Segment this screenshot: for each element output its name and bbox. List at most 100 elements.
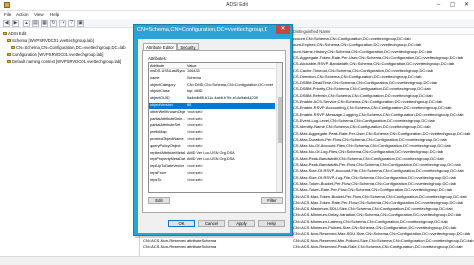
filter-button[interactable]: Filter bbox=[261, 197, 283, 204]
attribute-name: objectGUID bbox=[150, 96, 170, 101]
attribute-row[interactable]: prefixMap <not set> bbox=[149, 130, 275, 136]
maximize-icon[interactable]: ▢ bbox=[446, 0, 459, 10]
attribute-row[interactable]: queryPolicyObject <not set> bbox=[149, 144, 275, 150]
attribute-row[interactable]: msDS-USNLastSync... 106433 bbox=[149, 69, 275, 75]
distinguished-name-cell: CN=ACS-Minimum-Policed-Size,CN=Schema,CN… bbox=[293, 225, 457, 230]
attribute-value: <not set> bbox=[187, 171, 203, 175]
distinguished-name-cell: CS-Max-Size-Of-RSVP-Log-File,CN=Schema,C… bbox=[293, 174, 456, 180]
attribute-value: AttID Ver Loc.USN Org.DSA bbox=[187, 157, 235, 162]
distinguished-name-cell: CS-Direction,CN=Schema,CN=Configuration,… bbox=[293, 73, 422, 79]
properties-icon[interactable]: ▦ bbox=[41, 20, 48, 27]
attribute-value: 5a4edb85-b11c-4ab6-b7fe-e14c9ab44239 bbox=[187, 96, 258, 101]
close-icon[interactable]: ✕ bbox=[460, 0, 473, 10]
distinguished-name-cell: CS-Max-No-Of-Account-Files,CN=Schema,CN=… bbox=[293, 143, 451, 149]
menu-view[interactable]: View bbox=[34, 12, 44, 17]
help-button[interactable]: Help bbox=[258, 220, 285, 227]
attribute-row[interactable]: repliedAttributeMetaDataAttID Ver Loc.US… bbox=[149, 151, 275, 157]
tree-item-configuration[interactable]: Configuration [WVPSRVDC01.vvettechgroup.… bbox=[7, 52, 103, 57]
ok-button[interactable]: OK bbox=[168, 220, 195, 227]
attribute-value: AttID Ver Loc.USN Org.DSA bbox=[187, 150, 235, 155]
attribute-value: Schema bbox=[187, 75, 201, 80]
attribute-name: queryPolicyObject bbox=[150, 143, 181, 148]
tree-item-adsi-edit[interactable]: ADSI Edit bbox=[3, 31, 26, 36]
tree-item-schema-cn[interactable]: CN=Schema,CN=Configuration,DC=vvettechgr… bbox=[11, 45, 126, 50]
distinguished-name-cell: CS-Cache-Timeout,CN=Schema,CN=Configurat… bbox=[293, 67, 433, 73]
apply-button[interactable]: Apply bbox=[228, 220, 255, 227]
window-title: ADSI Edit bbox=[226, 2, 248, 8]
view-icon[interactable]: ▣ bbox=[77, 20, 84, 27]
list-row[interactable]: CN=ACS-Non-Reserved-Min-Policed-Sizeattr… bbox=[141, 238, 474, 244]
attribute-row[interactable]: partialAttributeDele... <not set> bbox=[149, 117, 275, 123]
folder-icon bbox=[11, 46, 15, 50]
tree-item-schema[interactable]: Schema [WVPSRVDC01.vvettechgroup.lab] bbox=[7, 38, 94, 43]
attribute-value: <not set> bbox=[187, 143, 203, 148]
attribute-name: proxiedObjectName bbox=[150, 137, 184, 141]
name-cell: CN=ACS-Non-Reserved-Peak-Rate bbox=[143, 243, 186, 249]
class-cell: attributeSchema bbox=[187, 243, 217, 249]
edit-button[interactable]: Edit bbox=[148, 197, 170, 204]
tab-attribute-editor[interactable]: Attribute Editor bbox=[143, 43, 177, 50]
attributes-scrollbar[interactable] bbox=[276, 63, 282, 192]
attribute-row[interactable]: objectCategory CN=DMD,CN=Schema,CN=Config… bbox=[149, 83, 275, 89]
scrollbar-thumb[interactable] bbox=[278, 97, 282, 143]
dialog-close-button[interactable]: ✕ bbox=[276, 25, 290, 34]
distinguished-name-cell: ccount,CN=Schema,CN=Configuration,DC=vve… bbox=[293, 36, 411, 41]
export-list-icon[interactable]: ⇢ bbox=[59, 20, 66, 27]
attribute-name: prefixMap bbox=[150, 130, 167, 135]
attribute-name: objectCategory bbox=[150, 82, 176, 87]
attribute-row[interactable]: repsTo <not set> bbox=[149, 178, 275, 184]
cancel-button[interactable]: Cancel bbox=[198, 220, 225, 227]
distinguished-name-cell: CS-Identity-Name,CN=Schema,CN=Configurat… bbox=[293, 124, 431, 130]
menu-file[interactable]: File bbox=[4, 12, 11, 17]
attribute-name: repliedAttributeMetaData bbox=[150, 150, 185, 155]
attribute-row[interactable]: objectVersion 88 bbox=[149, 103, 275, 109]
attribute-name: replUpToDateVector bbox=[150, 164, 184, 169]
minimize-icon[interactable]: – bbox=[432, 0, 445, 10]
distinguished-name-cell: CS-DSBM-Priority,CN=Schema,CN=Configurat… bbox=[293, 86, 431, 92]
attribute-row[interactable]: partialAttributeSet <not set> bbox=[149, 123, 275, 129]
tree-item-default-naming-context[interactable]: Default naming context [WVPSRVDC01.vvett… bbox=[7, 59, 121, 64]
distinguished-name-cell: CN=ACS-Non-Reserved-Peak-Rate,CN=Schema,… bbox=[293, 243, 463, 249]
name-cell: CN=ACS-Non-Reserved-Min-Policed-Size bbox=[143, 237, 186, 243]
attribute-row[interactable]: repsFrom <not set> bbox=[149, 171, 275, 177]
folder-icon bbox=[7, 53, 11, 57]
attribute-value: <not set> bbox=[187, 109, 203, 114]
attribute-row[interactable]: objectGUID 5a4edb85-b11c-4ab6-b7fe-e14c9a… bbox=[149, 96, 275, 102]
tab-security[interactable]: Security bbox=[177, 43, 199, 50]
attribute-row[interactable]: name Schema bbox=[149, 76, 275, 82]
attribute-row[interactable]: replUpToDateVector <not set> bbox=[149, 164, 275, 170]
list-row[interactable]: CN=ACS-Non-Reserved-Peak-RateattributeSc… bbox=[141, 244, 474, 250]
attribute-value: top; dMD bbox=[187, 89, 203, 94]
distinguished-name-cell: CN=ACS-Max-Token-Rate-Per-Flow,CN=Schema… bbox=[293, 199, 463, 205]
menu-help[interactable]: Help bbox=[50, 12, 59, 17]
distinguished-name-cell: CS-Enable-ACS-Service,CN=Schema,CN=Confi… bbox=[293, 99, 443, 104]
attribute-row[interactable]: proxiedObjectName <not set> bbox=[149, 137, 275, 143]
show-tree-icon[interactable]: ▤ bbox=[32, 20, 39, 27]
distinguished-name-cell: CN=ACS-Minimum-Delay-Variation,CN=Schema… bbox=[293, 212, 462, 218]
folder-icon bbox=[7, 60, 11, 64]
up-folder-icon[interactable]: ▴ bbox=[23, 20, 30, 27]
menu-bar: File Action View Help bbox=[0, 11, 474, 19]
properties-dialog: CN=Schema,CN=Configuration,DC=vvettechgr… bbox=[133, 24, 293, 236]
distinguished-name-cell: CS-DSBM-Refresh,CN=Schema,CN=Configurati… bbox=[293, 92, 433, 98]
distinguished-name-cell: CN=ACS-Non-Reserved-Max-SDU-Size,CN=Sche… bbox=[293, 231, 471, 237]
distinguished-name-cell: CN=ACS-Maximum-SDU-Size,CN=Schema,CN=Con… bbox=[293, 206, 453, 212]
attribute-row[interactable]: otherWellKnownObje... <not set> bbox=[149, 110, 275, 116]
attribute-row[interactable]: replPropertyMetaData AttID Ver Loc.USN Or… bbox=[149, 157, 275, 163]
distinguished-name-cell: CS-Max-Aggregate-Peak-Rate-Per-User,CN=S… bbox=[293, 130, 471, 136]
forward-icon[interactable]: ▶ bbox=[12, 20, 19, 27]
refresh-icon[interactable]: ↻ bbox=[50, 20, 57, 27]
distinguished-name-cell: CN=ACS-Max-Token-Bucket-Per-Flow,CN=Sche… bbox=[293, 193, 467, 199]
attribute-row[interactable]: objectClass top; dMD bbox=[149, 89, 275, 95]
distinguished-name-cell: CS-Aggregate-Token-Rate-Per-User,CN=Sche… bbox=[293, 54, 464, 60]
back-icon[interactable]: ◀ bbox=[3, 20, 10, 27]
distinguished-name-cell: CN=ACS-Minimum-Latency,CN=Schema,CN=Conf… bbox=[293, 218, 448, 224]
column-distinguished-name[interactable]: Distinguished Name bbox=[293, 29, 330, 34]
folder-icon bbox=[7, 39, 11, 43]
attribute-name: name bbox=[150, 75, 160, 80]
help-icon[interactable]: ? bbox=[68, 20, 75, 27]
menu-action[interactable]: Action bbox=[16, 12, 29, 17]
tree-pane: ADSI Edit Schema [WVPSRVDC01.vvettechgro… bbox=[0, 28, 140, 256]
attribute-name: repsFrom bbox=[150, 171, 167, 175]
attributes-list[interactable]: Attribute Value msDS-USNLastSync... 10643… bbox=[148, 62, 283, 193]
